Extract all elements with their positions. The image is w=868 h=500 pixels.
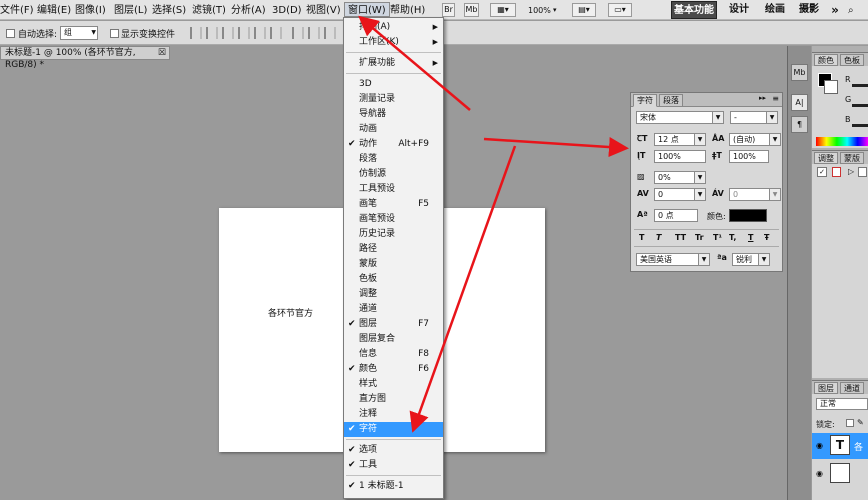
arrow-to-character-panel [483, 137, 629, 158]
annotation-arrows [358, 15, 629, 433]
arrow-to-window-menu [358, 15, 471, 111]
arrow-to-character-item [409, 145, 517, 433]
